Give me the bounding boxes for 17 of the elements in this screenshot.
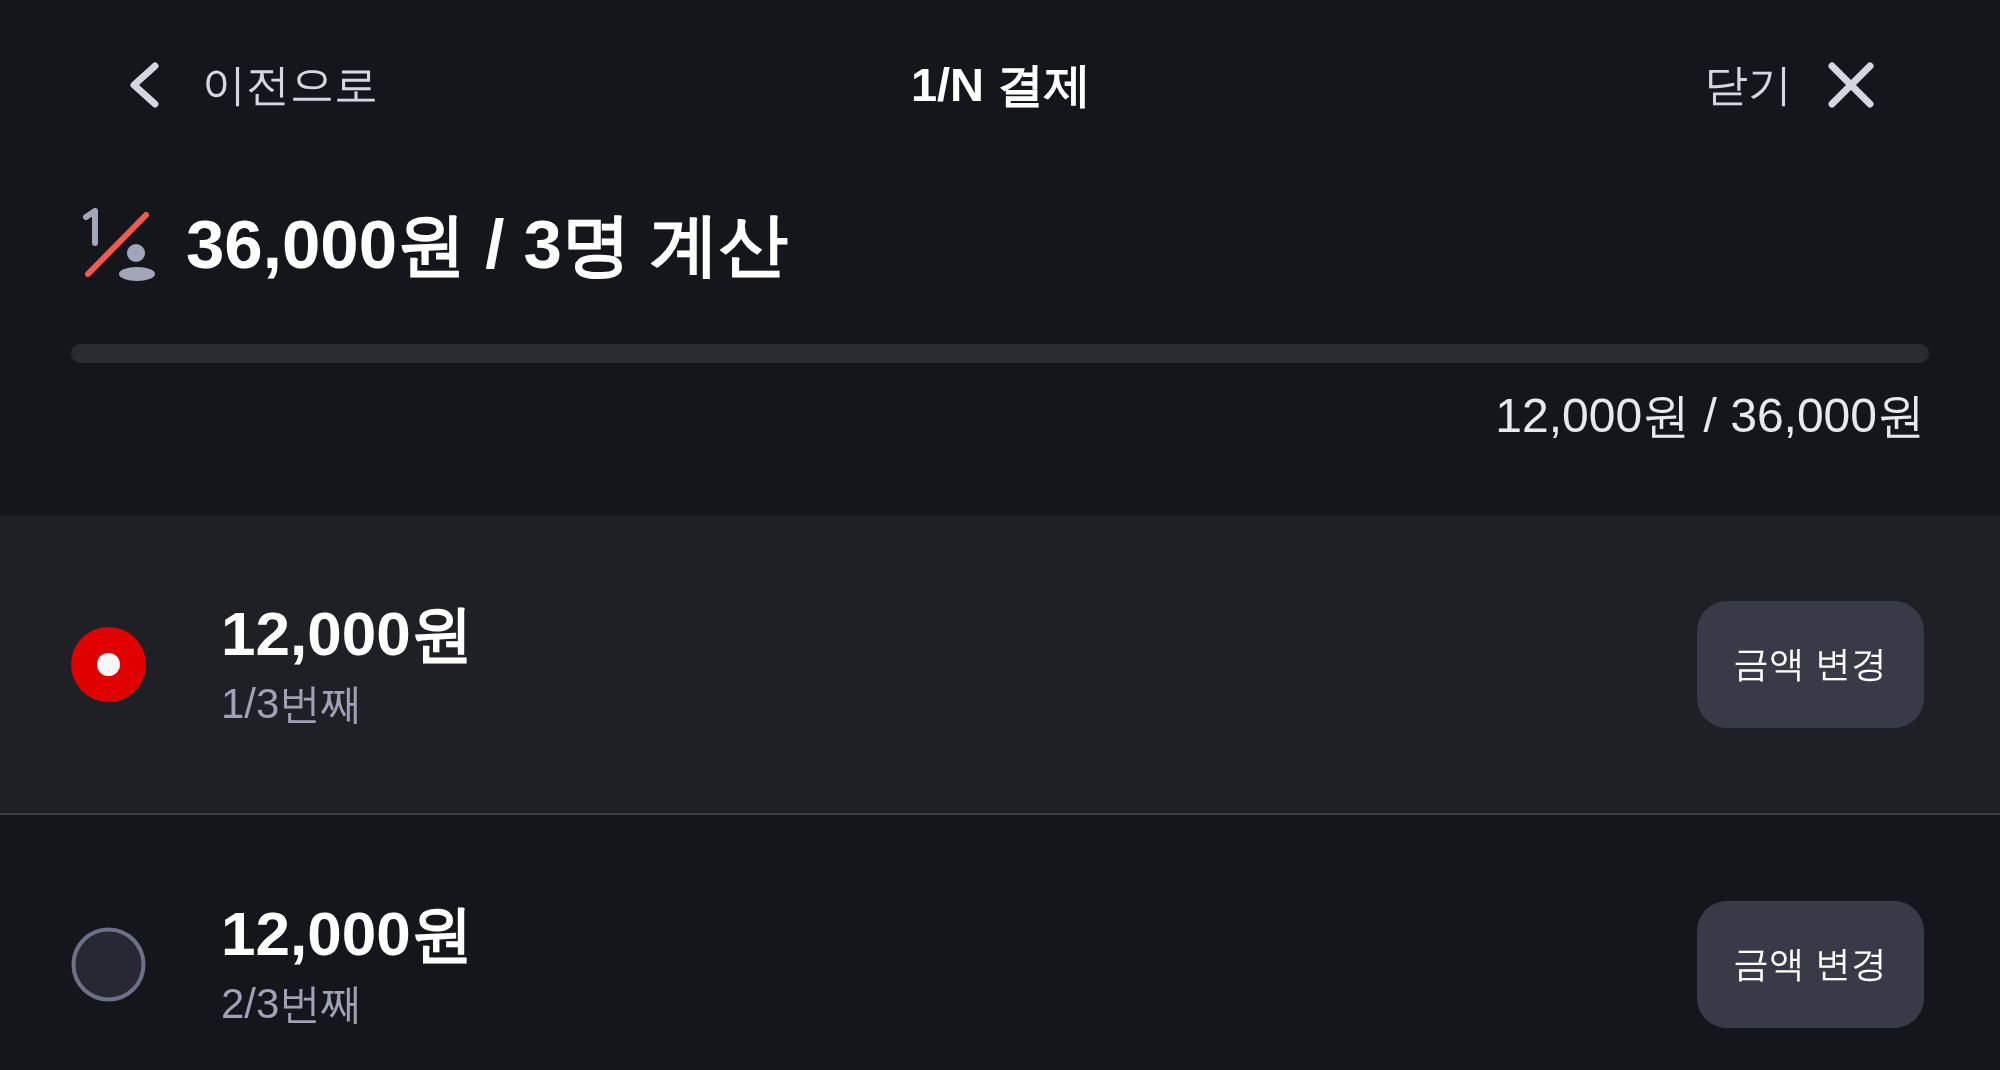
radio-button[interactable] xyxy=(71,626,146,702)
payer-order: 1/3번째 xyxy=(221,679,364,729)
summary-title: 36,000원 / 3명 계산 xyxy=(186,205,789,285)
payer-amount: 12,000원 xyxy=(221,898,473,970)
back-button[interactable]: 이전으로 xyxy=(128,52,378,118)
change-amount-button[interactable]: 금액 변경 xyxy=(1697,600,1924,728)
payer-row[interactable]: 12,000원 1/3번째 금액 변경 xyxy=(0,515,2000,813)
split-person-icon xyxy=(83,208,156,282)
close-icon xyxy=(1828,62,1874,108)
payer-amount: 12,000원 xyxy=(221,598,473,670)
close-button[interactable]: 닫기 xyxy=(1704,52,1874,118)
chevron-left-icon xyxy=(128,62,160,108)
page-title: 1/N 결제 xyxy=(910,56,1092,113)
payer-order: 2/3번째 xyxy=(221,979,364,1029)
progress-reading: 12,000원 / 36,000원 xyxy=(1495,388,1925,444)
change-amount-button[interactable]: 금액 변경 xyxy=(1697,900,1924,1028)
radio-button[interactable] xyxy=(71,926,146,1002)
